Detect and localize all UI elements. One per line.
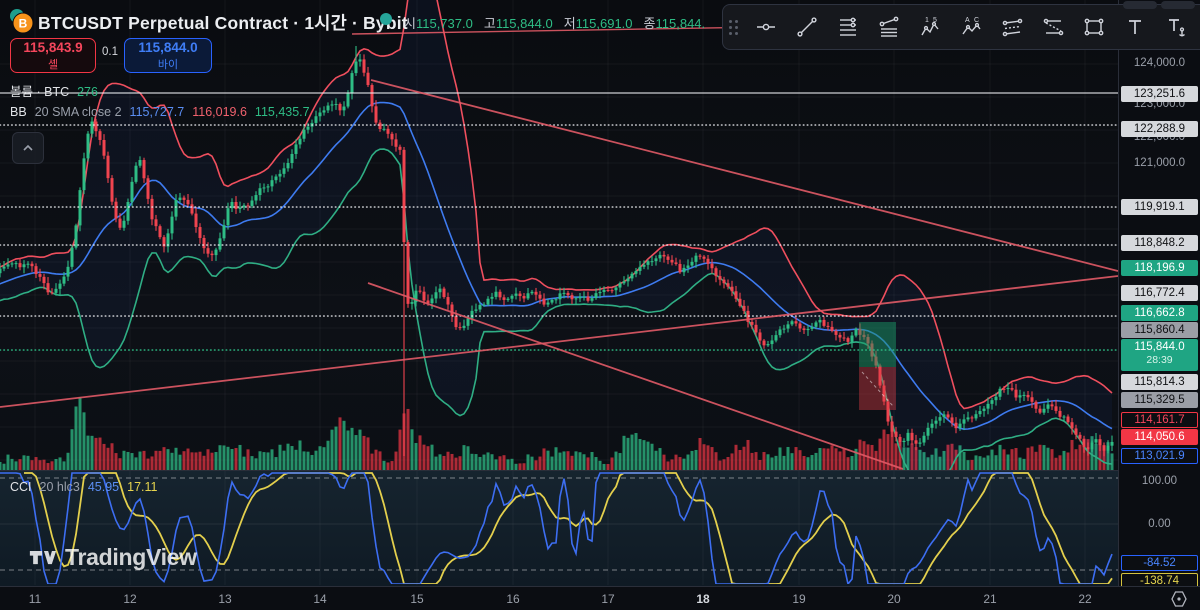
price-label-badge: 114,050.6 [1121,429,1198,445]
close-label: 종 [644,13,656,32]
time-axis-label: 19 [792,592,805,606]
bb-lower-value: 115,435.7 [255,105,310,119]
buy-button[interactable]: 115,844.0 바이 [124,38,212,73]
time-axis-label: 13 [218,592,231,606]
price-label-badge: 119,919.1 [1121,199,1198,215]
bb-legend-name: BB [10,105,27,119]
price-label-badge: 122,288.9 [1121,121,1198,137]
time-axis-label: 20 [887,592,900,606]
time-axis-label: 21 [983,592,996,606]
low-label: 저 [564,13,576,32]
bb-legend[interactable]: BB 20 SMA close 2 115,727.7 116,019.6 11… [10,105,310,119]
price-axis-label: 121,000.0 [1121,155,1198,171]
price-axis-label: 100.00 [1121,473,1198,489]
sell-price: 115,843.9 [11,40,95,55]
tradingview-chart-app: 124,000.0123,000.0122,000.0121,000.0100.… [0,0,1200,610]
cross-line-tool-icon[interactable] [745,8,786,46]
elliott-wave-icon[interactable]: 15 [909,8,950,46]
price-label-badge: -84.52 [1121,555,1198,571]
svg-text:C: C [974,17,979,24]
price-label-badge: 115,329.5 [1121,392,1198,408]
symbol-title[interactable]: BTCUSDT Perpetual Contract · 1시간 · Bybit [38,10,408,35]
open-value: 115,737.0 [416,16,473,31]
time-axis-label: 17 [601,592,614,606]
ohlc-legend: 시115,737.0 고115,844.0 저115,691.0 종115,84… [404,13,705,32]
cci-value: 45.95 [88,480,119,494]
price-label-badge: 114,161.7 [1121,412,1198,428]
disjoint-channel-icon[interactable] [1032,8,1073,46]
cci-legend[interactable]: CCI 20 hlc3 45.95 17.11 [10,480,157,494]
sell-label: 셸 [11,56,95,72]
buy-price: 115,844.0 [125,40,211,55]
watermark-text: TradingView [65,544,197,571]
svg-text:1: 1 [925,17,929,24]
chevron-up-icon [20,140,36,156]
cci-smooth-value: 17.11 [127,480,157,494]
time-axis-label: 11 [29,592,41,606]
volume-legend-title: 볼륨 · BTC [10,81,69,100]
price-axis-label: 124,000.0 [1121,55,1198,71]
chart-canvas[interactable] [0,0,1118,586]
parallel-channel-icon[interactable] [991,8,1032,46]
chart-svg [0,0,1118,586]
btc-pair-icon: B [8,8,34,34]
anchored-text-tool-icon[interactable] [1155,8,1196,46]
time-axis[interactable]: 11 12 13 14 15 16 17 18 19 20 21 22 [0,586,1200,610]
price-axis[interactable]: 124,000.0123,000.0122,000.0121,000.0100.… [1118,0,1200,586]
buy-label: 바이 [125,56,211,72]
fib-retracement-icon[interactable] [827,8,868,46]
time-axis-label: 18 [696,592,709,606]
price-label-badge: 118,848.2 [1121,235,1198,251]
bollinger-bands [0,0,1112,496]
tradingview-watermark: TradingView [28,544,197,571]
sell-button[interactable]: 115,843.9 셸 [10,38,96,73]
panel-tab-pill[interactable] [1161,1,1195,9]
drawing-toolbar[interactable]: 15AC [722,4,1200,50]
panel-tab-pill[interactable] [1123,1,1157,9]
time-axis-label: 16 [506,592,519,606]
price-label-badge: 115,844.028:39 [1121,339,1198,371]
trend-based-fib-icon[interactable] [868,8,909,46]
bb-upper-value: 116,019.6 [192,105,247,119]
low-value: 115,691.0 [576,16,633,31]
bb-legend-params: 20 SMA close 2 [35,105,122,119]
spread-value: 0.1 [99,46,121,58]
collapse-legend-button[interactable] [12,132,44,164]
price-label-badge: 115,860.4 [1121,322,1198,338]
price-label-badge: 118,196.9 [1121,260,1198,276]
price-axis-label: 0.00 [1121,516,1198,532]
time-axis-label: 15 [410,592,423,606]
settings-octagon-button[interactable] [1170,590,1188,608]
bb-basis-value: 115,727.7 [130,105,185,119]
svg-text:A: A [965,17,970,24]
text-tool-icon[interactable] [1114,8,1155,46]
long-position-tool[interactable] [859,322,896,410]
price-label-badge: 123,251.6 [1121,86,1198,102]
cci-legend-name: CCI [10,480,32,494]
tradingview-logo-icon [28,544,58,571]
high-label: 고 [484,13,496,32]
price-label-badge: 116,662.8 [1121,305,1198,321]
market-status-dot[interactable] [380,13,392,25]
toolbar-drag-handle[interactable] [729,20,743,35]
cci-legend-params: 20 hlc3 [40,480,80,494]
svg-text:B: B [19,17,28,31]
price-label-badge: -138.74 [1121,573,1198,586]
time-axis-label: 14 [313,592,326,606]
price-label-badge: 113,021.9 [1121,448,1198,464]
close-value: 115,844. [656,16,706,31]
volume-legend-value: 276 [77,85,98,99]
open-label: 시 [404,13,416,32]
time-axis-label: 12 [123,592,136,606]
rectangle-tool-icon[interactable] [1073,8,1114,46]
bar-countdown: 28:39 [1121,354,1198,367]
price-label-badge: 116,772.4 [1121,285,1198,301]
price-label-badge: 115,814.3 [1121,374,1198,390]
high-value: 115,844.0 [496,16,553,31]
abc-pattern-icon[interactable]: AC [950,8,991,46]
volume-legend[interactable]: 볼륨 · BTC 276 [10,81,98,100]
time-axis-label: 22 [1078,592,1091,606]
trendline-tool-icon[interactable] [786,8,827,46]
